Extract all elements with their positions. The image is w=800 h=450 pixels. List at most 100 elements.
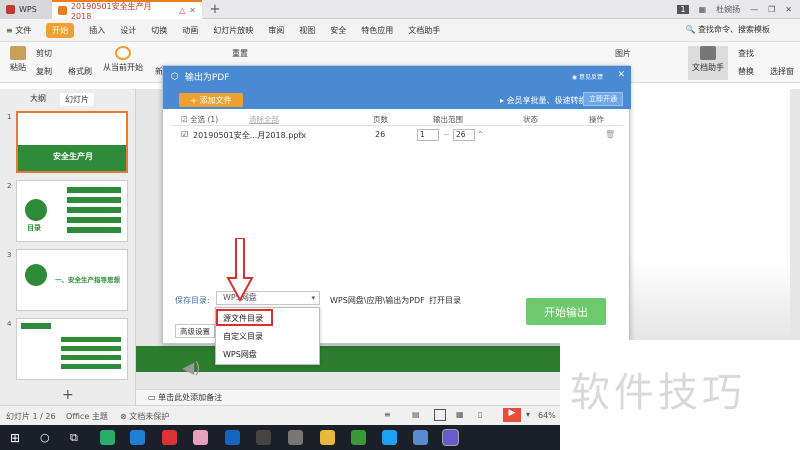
- menu-design[interactable]: 设计: [120, 25, 136, 36]
- range-header: 输出范围: [433, 115, 463, 124]
- paste-button[interactable]: 粘贴: [6, 46, 30, 73]
- slide-thumbnail[interactable]: [16, 318, 128, 380]
- thumb-list: [61, 337, 121, 373]
- minimize-icon[interactable]: —: [750, 5, 758, 14]
- open-dir-link[interactable]: 打开目录: [429, 295, 461, 306]
- app-icon[interactable]: [320, 430, 335, 445]
- slide-thumb-title: 安全生产月: [53, 152, 93, 161]
- user-name[interactable]: 杜婉扬: [716, 4, 740, 15]
- app-icon[interactable]: [413, 430, 428, 445]
- doc-protect-label: 文档未保护: [129, 412, 170, 421]
- browser-icon[interactable]: [382, 430, 397, 445]
- search-icon[interactable]: ○: [40, 431, 50, 444]
- slide-thumbnail[interactable]: 一、安全生产指导思想: [16, 249, 128, 311]
- dropdown-option-wps[interactable]: WPS网盘: [216, 346, 321, 363]
- tab-document[interactable]: 20190501安全生产月2018 △ ✕: [52, 0, 202, 21]
- feedback-link[interactable]: ◉ 意见反馈: [572, 72, 603, 81]
- tab-wps[interactable]: WPS: [0, 0, 52, 19]
- select-all-label: 全选 (1): [190, 115, 219, 124]
- grid-icon[interactable]: ▦: [699, 5, 707, 14]
- reading-view-icon[interactable]: ▯: [478, 410, 482, 419]
- wps-tab-label: WPS: [19, 5, 37, 14]
- picture-button[interactable]: 图片: [615, 48, 631, 59]
- file-edit-icon[interactable]: ✎: [298, 130, 305, 139]
- range-stepper-icon[interactable]: ⌃: [477, 130, 484, 139]
- zoom-menu-icon[interactable]: ▾: [526, 410, 530, 419]
- app-icon[interactable]: [225, 430, 240, 445]
- slide-thumbnail[interactable]: 安全生产月: [16, 111, 128, 173]
- app-icon[interactable]: [256, 430, 271, 445]
- menu-animation[interactable]: 动画: [182, 25, 198, 36]
- maximize-icon[interactable]: ❐: [768, 5, 775, 14]
- menu-doc-helper[interactable]: 文档助手: [408, 25, 440, 36]
- slide-canvas[interactable]: [628, 89, 790, 372]
- windows-start-icon[interactable]: ⊞: [10, 431, 20, 445]
- app-icon[interactable]: [193, 430, 208, 445]
- wps-taskbar-icon[interactable]: [442, 429, 459, 446]
- replace-button[interactable]: 替换: [738, 66, 754, 77]
- play-from-current-button[interactable]: 从当前开始: [100, 46, 146, 73]
- comment-icon[interactable]: ▤: [412, 410, 420, 419]
- slide-number: 3: [7, 251, 12, 259]
- slideshow-play-icon[interactable]: ▶: [503, 408, 521, 422]
- range-to-input[interactable]: 26: [453, 129, 475, 141]
- range-from-input[interactable]: 1: [417, 129, 439, 141]
- file-checkbox[interactable]: ☑: [181, 130, 188, 139]
- app-icon[interactable]: [130, 430, 145, 445]
- select-pane-button[interactable]: 选择窗: [770, 66, 794, 77]
- thumb-circle: [25, 199, 47, 221]
- tab-slides[interactable]: 幻灯片: [60, 93, 94, 106]
- normal-view-icon[interactable]: [434, 409, 446, 421]
- slide-thumbnail[interactable]: 目录: [16, 180, 128, 242]
- zoom-level[interactable]: 64%: [538, 411, 556, 420]
- menu-slideshow[interactable]: 幻灯片放映: [213, 25, 253, 36]
- app-icon[interactable]: [162, 430, 177, 445]
- watermark-area: 软件技巧: [560, 340, 800, 450]
- play-icon: [115, 46, 131, 60]
- dropdown-option-custom[interactable]: 自定义目录: [216, 328, 321, 345]
- menu-security[interactable]: 安全: [330, 25, 346, 36]
- menu-special[interactable]: 特色应用: [361, 25, 393, 36]
- replace-label: 替换: [738, 67, 754, 76]
- notes-toggle-icon[interactable]: ≡: [384, 410, 391, 419]
- wechat-icon[interactable]: [100, 430, 115, 445]
- dialog-close-icon[interactable]: ✕: [617, 70, 625, 80]
- add-file-button[interactable]: + 添加文件: [179, 93, 243, 107]
- advanced-settings-button[interactable]: 高级设置: [175, 324, 215, 338]
- start-export-button[interactable]: 开始输出: [526, 298, 606, 325]
- doc-helper-icon: [700, 46, 716, 60]
- find-button[interactable]: 查找: [738, 48, 754, 59]
- format-painter-button[interactable]: 格式刷: [68, 66, 92, 77]
- task-view-icon[interactable]: ⧉: [70, 431, 78, 445]
- cut-button[interactable]: 剪切: [36, 48, 52, 59]
- copy-button[interactable]: 复制: [36, 66, 52, 77]
- delete-icon[interactable]: 🗑: [605, 130, 615, 139]
- menu-file[interactable]: ≡ 文件: [6, 25, 31, 36]
- notes-placeholder: 单击此处添加备注: [158, 393, 223, 402]
- sorter-view-icon[interactable]: ▦: [456, 410, 464, 419]
- copy-label: 复制: [36, 67, 52, 76]
- menu-start[interactable]: 开始: [46, 22, 75, 38]
- command-search[interactable]: 🔍 查找命令、搜索模板: [685, 24, 770, 35]
- close-window-icon[interactable]: ✕: [785, 5, 792, 14]
- action-header: 操作: [589, 115, 604, 124]
- close-tab-icon[interactable]: ✕: [189, 6, 196, 15]
- new-tab-button[interactable]: +: [205, 0, 225, 19]
- doc-helper-button[interactable]: 文档助手: [688, 46, 728, 80]
- menu-view[interactable]: 视图: [299, 25, 315, 36]
- menu-transition[interactable]: 切换: [151, 25, 167, 36]
- find-label: 查找: [738, 49, 754, 58]
- open-member-button[interactable]: 立即开通: [583, 92, 623, 106]
- menu-review[interactable]: 审阅: [268, 25, 284, 36]
- notes-bar[interactable]: ▭ 单击此处添加备注: [136, 389, 560, 405]
- app-icon[interactable]: [288, 430, 303, 445]
- tab-outline[interactable]: 大纲: [30, 93, 46, 106]
- select-all-checkbox[interactable]: ☑ 全选 (1): [181, 114, 218, 125]
- doc-protect-status[interactable]: ⊗ 文档未保护: [120, 411, 169, 422]
- menu-file-label: 文件: [15, 25, 32, 35]
- app-icon[interactable]: [351, 430, 366, 445]
- menu-insert[interactable]: 插入: [89, 25, 105, 36]
- reset-button[interactable]: 重置: [232, 48, 248, 59]
- add-slide-button[interactable]: +: [62, 387, 74, 403]
- clear-all-link[interactable]: 清除全部: [249, 114, 279, 125]
